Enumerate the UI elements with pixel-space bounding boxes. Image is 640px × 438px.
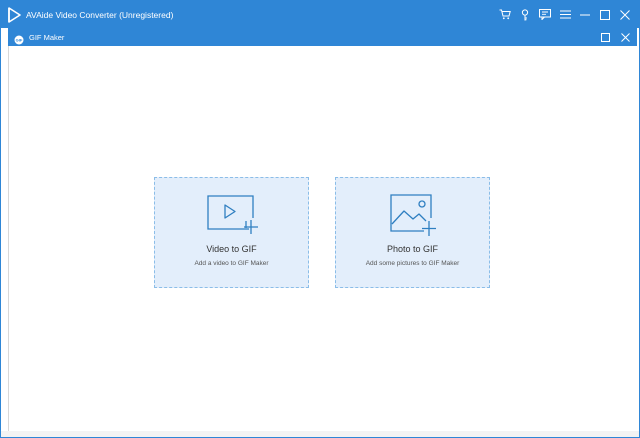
title-bar-controls <box>495 1 635 28</box>
app-window: AVAide Video Converter (Unregistered) GI… <box>0 0 640 438</box>
chat-icon[interactable] <box>535 1 555 28</box>
photo-to-gif-card[interactable]: Photo to GIF Add some pictures to GIF Ma… <box>335 177 490 288</box>
gif-maker-controls <box>595 28 635 46</box>
video-to-gif-title: Video to GIF <box>206 244 257 254</box>
left-edge <box>1 28 8 432</box>
key-icon[interactable] <box>515 1 535 28</box>
cart-icon[interactable] <box>495 1 515 28</box>
video-to-gif-card[interactable]: Video to GIF Add a video to GIF Maker <box>154 177 309 288</box>
gif-maker-content: Video to GIF Add a video to GIF Maker Ph… <box>8 46 638 432</box>
svg-text:GIF: GIF <box>16 38 23 43</box>
maximize-icon[interactable] <box>595 1 615 28</box>
photo-to-gif-title: Photo to GIF <box>386 244 439 254</box>
video-add-icon <box>206 194 258 241</box>
photo-add-icon <box>389 194 436 243</box>
app-title: AVAide Video Converter (Unregistered) <box>26 9 174 20</box>
bottom-edge <box>1 431 639 437</box>
video-to-gif-subtitle: Add a video to GIF Maker <box>194 260 269 267</box>
close-icon[interactable] <box>615 28 635 46</box>
menu-icon[interactable] <box>555 1 575 28</box>
title-bar[interactable]: AVAide Video Converter (Unregistered) <box>1 1 639 28</box>
close-icon[interactable] <box>615 1 635 28</box>
app-logo-icon <box>7 6 21 23</box>
gif-maker-title: GIF Maker <box>29 32 65 42</box>
gif-maker-header: GIF GIF Maker <box>8 28 637 46</box>
photo-to-gif-subtitle: Add some pictures to GIF Maker <box>365 260 460 267</box>
gif-icon: GIF <box>14 32 24 45</box>
minimize-icon[interactable] <box>575 1 595 28</box>
maximize-icon[interactable] <box>595 28 615 46</box>
